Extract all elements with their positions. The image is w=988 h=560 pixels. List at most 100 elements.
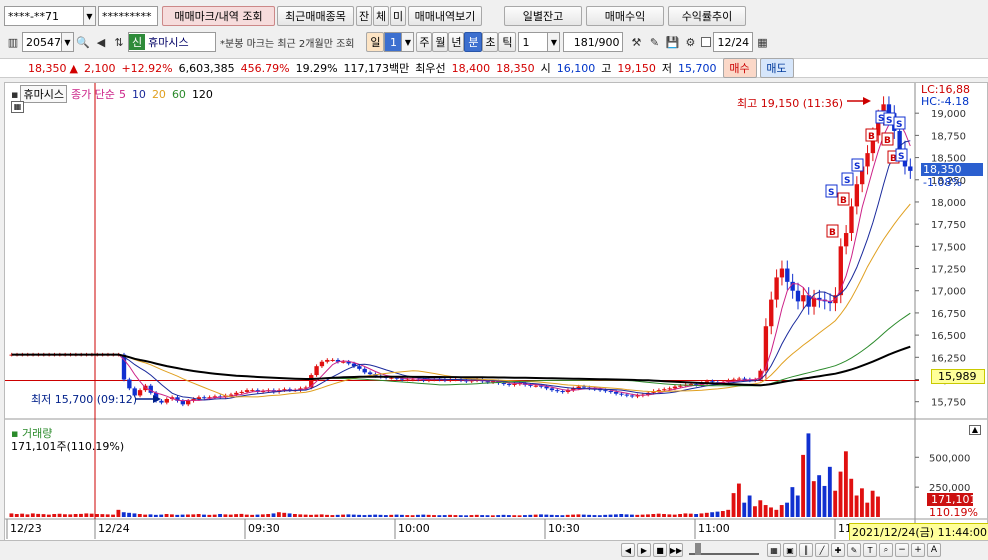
- candle-body: [314, 366, 319, 376]
- zoom-slider[interactable]: [689, 543, 759, 555]
- legend-ma-label: 종가 단순: [70, 88, 115, 101]
- candle-body: [624, 394, 629, 396]
- grid-toggle-icon[interactable]: ▦: [11, 101, 24, 113]
- arrows-icon[interactable]: ⇅: [110, 33, 128, 51]
- account-select[interactable]: ****-**71: [4, 6, 84, 26]
- period-tick-tab[interactable]: 틱: [498, 32, 517, 52]
- candle-icon[interactable]: ║: [799, 543, 813, 557]
- trade-history-button[interactable]: 매매내역보기: [408, 6, 482, 26]
- auto-scale-icon[interactable]: A: [927, 543, 941, 557]
- volume-bar: [865, 502, 870, 517]
- text-icon[interactable]: T: [863, 543, 877, 557]
- period-week-tab[interactable]: 주: [416, 32, 433, 52]
- best-bid: 18,350: [496, 61, 535, 75]
- period-day-tab[interactable]: 일: [366, 32, 385, 52]
- candle-body: [613, 391, 619, 394]
- grid-icon[interactable]: ▦: [767, 543, 781, 557]
- date-input[interactable]: 12/24: [713, 32, 754, 52]
- recent-trade-button[interactable]: 최근매매종목: [277, 6, 354, 26]
- chart-panel[interactable]: 19,000 18,750 18,500 18,250 18,000 17,750 17,5…: [4, 82, 988, 542]
- gear-icon[interactable]: ⚙: [681, 33, 699, 51]
- calendar-icon[interactable]: ▦: [753, 33, 771, 51]
- current-price: 18,350: [28, 61, 67, 75]
- trade-profit-button[interactable]: 매매수익: [586, 6, 664, 26]
- volume-bar: [490, 515, 495, 517]
- volume-bar: [565, 514, 570, 517]
- date-checkbox[interactable]: [701, 37, 712, 47]
- candle-body: [367, 372, 373, 375]
- unfilled-tab[interactable]: 미: [390, 6, 406, 26]
- search-icon[interactable]: 🔍: [74, 33, 92, 51]
- y-tick-label: 17,750: [931, 220, 966, 231]
- volume-bar: [148, 514, 153, 517]
- period-month-tab[interactable]: 월: [432, 32, 449, 52]
- play-icon[interactable]: ▶: [637, 543, 651, 557]
- buy-button[interactable]: 매수: [722, 58, 757, 78]
- settings-icon[interactable]: ▪: [11, 88, 18, 101]
- brush-icon[interactable]: ✎: [847, 543, 861, 557]
- period-value[interactable]: 1: [384, 32, 403, 52]
- volume-bar: [528, 514, 533, 517]
- period-second-tab[interactable]: 초: [482, 32, 499, 52]
- zoom-out-icon[interactable]: −: [895, 543, 909, 557]
- crosshair-icon[interactable]: ✚: [831, 543, 845, 557]
- candle-body: [228, 394, 234, 396]
- trade-mark-query-button[interactable]: 매매마크/내역 조회: [162, 6, 275, 26]
- zoom-icon[interactable]: ⌕: [879, 543, 893, 557]
- scroll-left-icon[interactable]: ◀: [621, 543, 635, 557]
- stock-name: 휴마시스: [148, 36, 189, 49]
- fast-forward-icon[interactable]: ▶▶: [669, 543, 683, 557]
- price-chart[interactable]: 19,00018,75018,50018,25018,00017,75017,5…: [5, 83, 987, 541]
- stock-code-input[interactable]: 205470: [22, 32, 68, 52]
- stock-name-box[interactable]: 신 휴마시스: [128, 32, 216, 52]
- draw-tool-icon[interactable]: ✎: [645, 33, 663, 51]
- line-icon[interactable]: ╱: [815, 543, 829, 557]
- volume-bar: [843, 451, 848, 517]
- best-ask: 18,400: [451, 61, 491, 75]
- period-year-tab[interactable]: 년: [448, 32, 465, 52]
- legend-ma20: 20: [151, 87, 166, 101]
- volume: 6,603,385: [178, 61, 235, 75]
- volume-bar: [790, 487, 795, 517]
- volume-panel-toggle[interactable]: ▲: [969, 425, 981, 435]
- count-display[interactable]: 181/900: [563, 32, 624, 52]
- balance-tab[interactable]: 잔: [356, 6, 372, 26]
- filled-tab[interactable]: 체: [373, 6, 389, 26]
- chevron-down-icon[interactable]: ▼: [62, 32, 74, 52]
- period-minute-tab[interactable]: 분: [464, 32, 483, 52]
- volume-bar: [774, 509, 779, 517]
- candle-body: [159, 400, 164, 403]
- save-icon[interactable]: 💾: [663, 33, 681, 51]
- zoom-in-icon[interactable]: +: [911, 543, 925, 557]
- candle-body: [731, 379, 736, 381]
- interval-input[interactable]: 1: [518, 32, 549, 52]
- daily-balance-button[interactable]: 일별잔고: [504, 6, 582, 26]
- stop-icon[interactable]: ■: [653, 543, 667, 557]
- chevron-down-icon[interactable]: ▼: [84, 6, 96, 26]
- chevron-down-icon[interactable]: ▼: [402, 32, 415, 52]
- chevron-down-icon[interactable]: ▼: [548, 32, 561, 52]
- speaker-icon[interactable]: ◀: [92, 33, 110, 51]
- y-tick-label: 16,500: [931, 331, 966, 342]
- candle-body: [325, 359, 330, 362]
- volume-bar: [827, 466, 832, 517]
- return-trend-button[interactable]: 수익률추이: [668, 6, 746, 26]
- volume-bar: [581, 514, 586, 517]
- cursor-date-tag: 2021/12/24(금) 11:44:00: [849, 523, 988, 541]
- x-tick-label: 11:00: [698, 522, 730, 535]
- volume-bar: [506, 515, 511, 517]
- indicator-icon[interactable]: ⚒: [627, 33, 645, 51]
- sell-button[interactable]: 매도: [759, 58, 794, 78]
- layout-icon[interactable]: ▥: [4, 33, 22, 51]
- volume-bar: [276, 512, 281, 517]
- ma-line-20: [11, 203, 911, 398]
- camera-icon[interactable]: ▣: [783, 543, 797, 557]
- volume-bar: [597, 515, 602, 517]
- legend-stock-name[interactable]: 휴마시스: [20, 85, 67, 103]
- volume-bar: [196, 514, 201, 517]
- password-field[interactable]: *********: [98, 6, 158, 26]
- zoom-slider-handle[interactable]: [695, 543, 701, 555]
- volume-bar: [523, 515, 527, 517]
- volume-bar: [260, 514, 265, 517]
- count-value: 181: [573, 35, 595, 49]
